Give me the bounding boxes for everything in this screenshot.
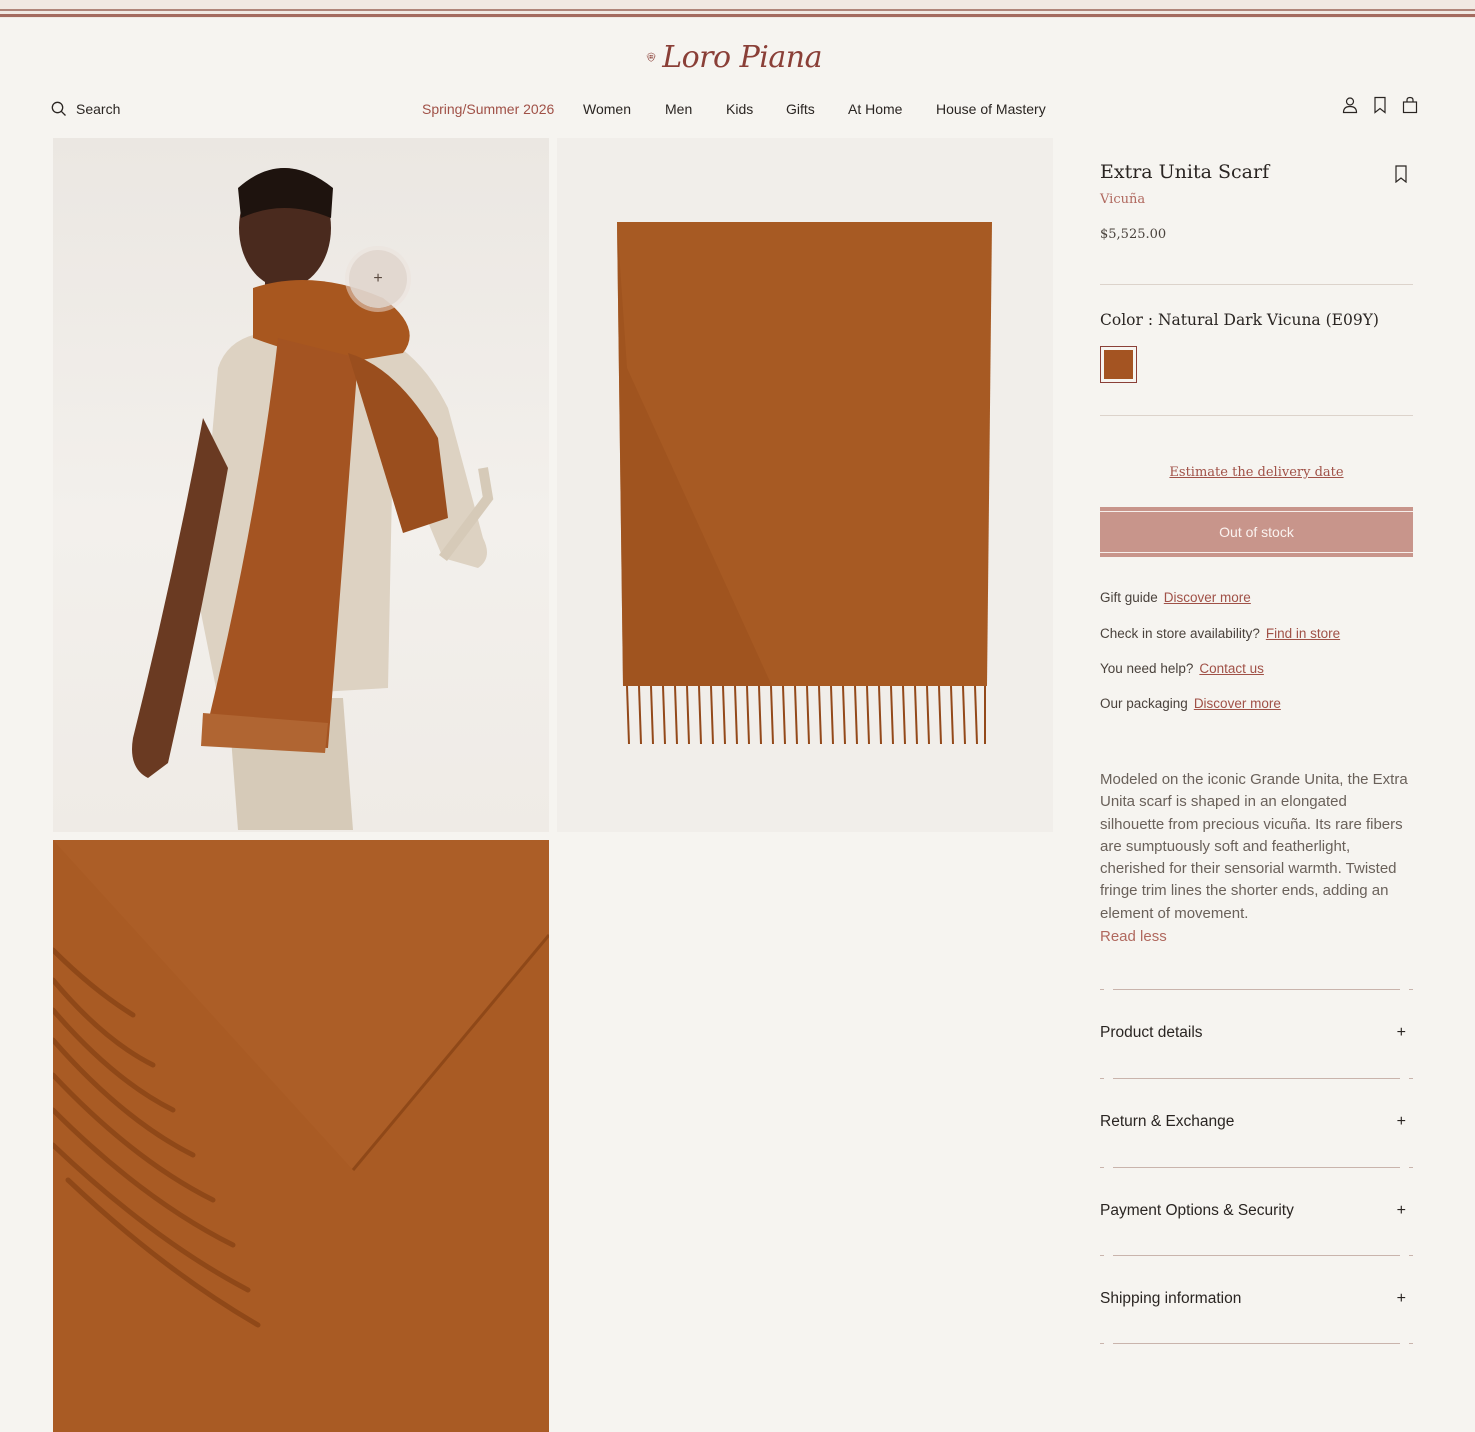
nav-item-women[interactable]: Women <box>583 101 631 117</box>
packaging-row: Our packaging Discover more <box>1100 696 1281 711</box>
accordion-return-exchange[interactable]: Return & Exchange + <box>1100 1113 1413 1131</box>
crest-icon <box>646 52 656 62</box>
product-image-model[interactable]: + <box>53 138 549 832</box>
search-label: Search <box>76 101 121 117</box>
contact-us-link[interactable]: Contact us <box>1199 661 1264 676</box>
help-label: You need help? <box>1100 661 1194 676</box>
plus-icon: + <box>1396 1024 1406 1041</box>
gift-guide-row: Gift guide Discover more <box>1100 590 1251 605</box>
product-image-flat[interactable] <box>557 138 1053 832</box>
product-title: Extra Unita Scarf <box>1100 161 1270 183</box>
find-in-store-link[interactable]: Find in store <box>1266 626 1340 641</box>
zoom-plus-button[interactable]: + <box>349 250 407 308</box>
nav-item-gifts[interactable]: Gifts <box>786 101 815 117</box>
divider <box>1100 415 1413 416</box>
gift-guide-link[interactable]: Discover more <box>1164 590 1251 605</box>
nav-item-kids[interactable]: Kids <box>726 101 753 117</box>
nav-item-house-of-mastery[interactable]: House of Mastery <box>936 101 1046 117</box>
store-availability-row: Check in store availability? Find in stor… <box>1100 626 1340 641</box>
accordion-label: Payment Options & Security <box>1100 1202 1294 1219</box>
header-actions <box>1341 96 1419 114</box>
shopping-bag-icon[interactable] <box>1401 96 1419 114</box>
out-of-stock-button[interactable]: Out of stock <box>1100 507 1413 557</box>
plus-icon: + <box>1396 1113 1406 1130</box>
read-less-link[interactable]: Read less <box>1100 928 1167 945</box>
swatch-fill <box>1104 350 1133 379</box>
scarf-closeup-illustration <box>53 840 549 1432</box>
search-icon <box>51 101 66 116</box>
accordion-label: Product details <box>1100 1024 1203 1041</box>
accordion-divider <box>1100 1255 1413 1256</box>
color-swatch[interactable] <box>1100 346 1137 383</box>
accordion-divider <box>1100 1167 1413 1168</box>
nav-item-spring-summer[interactable]: Spring/Summer 2026 <box>422 101 554 117</box>
product-price: $5,525.00 <box>1100 227 1167 242</box>
search-button[interactable]: Search <box>51 101 120 117</box>
plus-icon: + <box>1396 1202 1406 1219</box>
product-wishlist-icon[interactable] <box>1394 165 1408 183</box>
brand-wordmark: Loro Piana <box>662 39 822 75</box>
packaging-link[interactable]: Discover more <box>1194 696 1281 711</box>
top-banner <box>0 0 1475 18</box>
accordion-payment-security[interactable]: Payment Options & Security + <box>1100 1202 1413 1220</box>
model-illustration <box>132 168 494 830</box>
color-label: Color : Natural Dark Vicuna (E09Y) <box>1100 311 1379 329</box>
product-description: Modeled on the iconic Grande Unita, the … <box>1100 771 1408 922</box>
gift-guide-label: Gift guide <box>1100 590 1158 605</box>
accordion-product-details[interactable]: Product details + <box>1100 1024 1413 1042</box>
accordion-label: Shipping information <box>1100 1290 1242 1307</box>
product-image-closeup[interactable] <box>53 840 549 1432</box>
accordion-divider <box>1100 1078 1413 1079</box>
divider <box>1100 284 1413 285</box>
nav-item-men[interactable]: Men <box>665 101 692 117</box>
product-material: Vicuña <box>1100 192 1146 207</box>
brand-logo[interactable]: Loro Piana <box>646 36 822 78</box>
wishlist-icon[interactable] <box>1371 96 1389 114</box>
accordion-shipping-info[interactable]: Shipping information + <box>1100 1290 1413 1308</box>
store-availability-label: Check in store availability? <box>1100 626 1260 641</box>
nav-item-at-home[interactable]: At Home <box>848 101 902 117</box>
help-row: You need help? Contact us <box>1100 661 1264 676</box>
account-icon[interactable] <box>1341 96 1359 114</box>
accordion-label: Return & Exchange <box>1100 1113 1235 1130</box>
plus-icon: + <box>1396 1290 1406 1307</box>
scarf-flat-illustration <box>617 222 992 745</box>
estimate-delivery-link[interactable]: Estimate the delivery date <box>1100 465 1413 480</box>
accordion-divider <box>1100 989 1413 990</box>
packaging-label: Our packaging <box>1100 696 1188 711</box>
accordion-divider <box>1100 1343 1413 1344</box>
